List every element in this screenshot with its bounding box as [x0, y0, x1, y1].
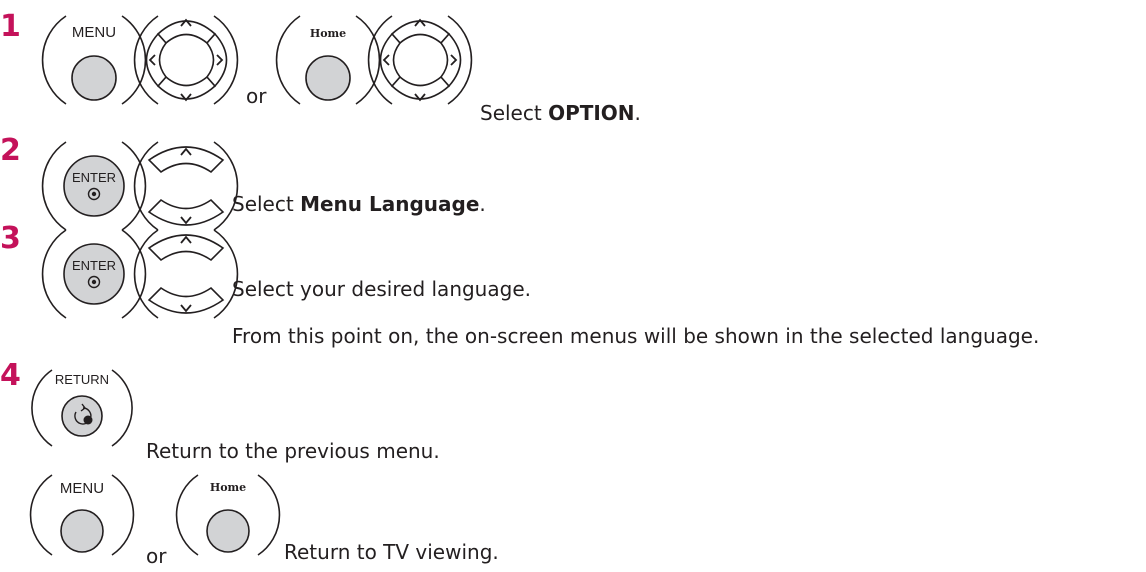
step-2-number: 2 [0, 133, 21, 168]
enter-button-label: ENTER [72, 258, 116, 273]
step-2-instruction: Select Menu Language. [232, 192, 486, 216]
step-4-number: 4 [0, 358, 21, 393]
option-menu-name: OPTION [548, 101, 635, 125]
four-way-nav-icon [367, 0, 473, 105]
or-connector: or [146, 544, 167, 568]
menu-button-icon: MENU [29, 474, 135, 556]
step-1-number: 1 [0, 9, 21, 44]
home-button-icon: Home [175, 474, 281, 556]
return-button-label: RETURN [55, 372, 109, 387]
home-button-icon: Home [275, 15, 381, 105]
step-3-note: From this point on, the on-screen menus … [232, 324, 1040, 348]
home-button-label: Home [210, 481, 246, 494]
enter-button-icon: ENTER [41, 229, 147, 319]
home-button-label: Home [310, 27, 346, 40]
step-3-number: 3 [0, 221, 21, 256]
menu-button-label: MENU [60, 480, 104, 497]
enter-button-label: ENTER [72, 170, 116, 185]
step-1-instruction: Select OPTION. [480, 101, 641, 125]
final-instruction: Return to TV viewing. [284, 540, 499, 564]
or-connector: or [246, 84, 267, 108]
return-button-icon: RETURN [31, 369, 133, 447]
step-3-instruction: Select your desired language. [232, 277, 531, 301]
menu-button-label: MENU [72, 24, 116, 41]
step-4-instruction: Return to the previous menu. [146, 439, 440, 463]
menu-button-icon: MENU [41, 15, 147, 105]
up-down-nav-icon [133, 229, 239, 319]
four-way-nav-icon [133, 0, 239, 105]
menu-language-name: Menu Language [300, 192, 480, 216]
